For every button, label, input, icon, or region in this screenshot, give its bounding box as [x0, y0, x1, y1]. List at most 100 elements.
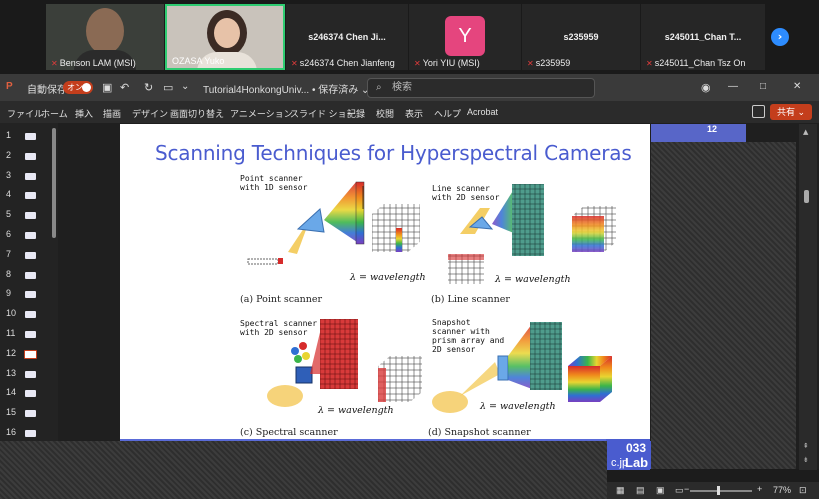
participant-display-name: s246374 Chen Ji...: [308, 32, 386, 42]
customize-toolbar-icon[interactable]: ⌄: [181, 81, 189, 92]
participant-tile-chen[interactable]: s246374 Chen Ji... ✕ s246374 Chen Jianfen…: [286, 4, 408, 70]
zoom-slider[interactable]: [690, 490, 752, 492]
slide-thumbnail[interactable]: 3: [0, 167, 58, 187]
slide-thumbnail[interactable]: 8: [0, 266, 58, 286]
slide-thumbnail-preview: [25, 251, 36, 259]
redo-icon[interactable]: ↻: [144, 81, 153, 94]
account-icon[interactable]: ◉: [701, 81, 711, 94]
participant-strip: ✕ Benson LAM (MSI) OZASA Yuko s246374 Che…: [0, 0, 819, 74]
tab-insert[interactable]: 挿入: [75, 107, 93, 120]
fit-to-window-icon[interactable]: ⊡: [799, 485, 807, 496]
autosave-label: 自動保存: [27, 85, 67, 96]
tab-transitions[interactable]: 画面切り替え: [170, 107, 224, 120]
slide-thumbnail[interactable]: 13: [0, 365, 58, 385]
slide-thumbnail[interactable]: 9: [0, 285, 58, 305]
autosave-toggle[interactable]: オン: [63, 81, 93, 94]
slide-thumbnail-preview: [25, 311, 36, 319]
vertical-scrollbar[interactable]: ▲ ⇞ ⇟: [799, 124, 817, 470]
file-name[interactable]: Tutorial4HonkongUniv... • 保存済み ⌄: [203, 81, 369, 96]
slide-thumbnail-number: 16: [6, 427, 17, 437]
save-icon[interactable]: ▣: [102, 81, 112, 94]
participant-name: Yori YIU (MSI): [422, 58, 480, 68]
tab-file[interactable]: ファイル: [7, 107, 43, 120]
tab-acrobat[interactable]: Acrobat: [467, 107, 498, 117]
slide-thumbnail[interactable]: 11: [0, 325, 58, 345]
cube-spectrum: [396, 228, 402, 252]
mic-muted-icon: ✕: [527, 59, 534, 68]
slide-thumbnail-number: 10: [6, 308, 17, 319]
chevron-right-icon[interactable]: ›: [771, 28, 789, 46]
slide-thumbnail-preview: [25, 291, 36, 299]
participant-tile-s235959[interactable]: s235959 ✕ s235959: [522, 4, 640, 70]
tab-record[interactable]: 記録: [347, 107, 365, 120]
slide-thumbnail[interactable]: 5: [0, 206, 58, 226]
caption-c: (c) Spectral scanner: [240, 427, 338, 438]
slide-thumbnail[interactable]: 4: [0, 186, 58, 206]
slide-number: 033: [626, 441, 647, 455]
cube-spectrum: [572, 216, 604, 252]
panel-c-label: Spectral scanner with 2D sensor: [240, 319, 318, 337]
comment-icon[interactable]: [752, 105, 765, 118]
zoom-level[interactable]: 77%: [773, 485, 791, 495]
slide-thumbnail[interactable]: 12: [0, 345, 58, 365]
minimize-icon[interactable]: —: [728, 81, 738, 92]
search-input[interactable]: ⌕ 検索: [367, 78, 595, 98]
search-placeholder: 検索: [392, 82, 412, 93]
video-overlay-bottom: [0, 441, 607, 499]
participant-name: Benson LAM (MSI): [59, 58, 136, 68]
zoom-slider-handle[interactable]: [717, 486, 720, 495]
slide-thumbnail[interactable]: 6: [0, 226, 58, 246]
maximize-icon[interactable]: □: [760, 81, 766, 92]
ribbon-tabs: ファイル ホーム 挿入 描画 デザイン 画面切り替え アニメーション スライド …: [0, 101, 819, 123]
thumbnail-scrollbar[interactable]: [52, 128, 56, 238]
present-icon[interactable]: ▭: [163, 81, 173, 94]
slide-thumbnail[interactable]: 14: [0, 384, 58, 404]
prev-slide-icon[interactable]: ⇞: [803, 442, 809, 450]
dispersed-spectrum: [324, 182, 360, 244]
tab-slideshow[interactable]: スライド ショー: [290, 107, 356, 120]
panel-a-label: Point scanner with 1D sensor: [240, 174, 308, 192]
tab-home[interactable]: ホーム: [41, 107, 68, 120]
tab-review[interactable]: 校閲: [376, 107, 394, 120]
slide-sorter-icon[interactable]: ▤: [636, 485, 645, 496]
scroll-up-icon[interactable]: ▲: [803, 128, 808, 136]
normal-view-icon[interactable]: ▦: [616, 485, 625, 496]
slideshow-icon[interactable]: ▭: [675, 485, 684, 496]
participant-display-name: s235959: [563, 32, 599, 42]
share-button[interactable]: 共有 ⌄: [770, 104, 812, 120]
tab-draw[interactable]: 描画: [103, 107, 121, 120]
slide-thumbnail[interactable]: 15: [0, 404, 58, 424]
slide-corner-block: 12: [651, 124, 746, 142]
tab-help[interactable]: ヘルプ: [434, 107, 461, 120]
slide-thumbnail[interactable]: 7: [0, 246, 58, 266]
participant-tile-yori[interactable]: Y ✕ Yori YIU (MSI): [409, 4, 521, 70]
tab-design[interactable]: デザイン: [132, 107, 168, 120]
slide-thumbnail[interactable]: 10: [0, 305, 58, 325]
lambda-label-a: λ = wavelength: [350, 272, 426, 283]
undo-icon[interactable]: ↶: [120, 81, 129, 94]
participant-face: [214, 18, 240, 48]
slide-thumbnail-number: 7: [6, 248, 12, 259]
data-cube: [372, 214, 408, 252]
participant-tile-chan[interactable]: s245011_Chan T... ✕ s245011_Chan Tsz On: [641, 4, 765, 70]
tab-animations[interactable]: アニメーション: [230, 107, 293, 120]
next-slide-icon[interactable]: ⇟: [803, 456, 809, 464]
tab-view[interactable]: 表示: [405, 107, 423, 120]
lambda-label-d: λ = wavelength: [480, 401, 556, 412]
mic-muted-icon: ✕: [51, 59, 58, 68]
slide-thumbnail-number: 12: [6, 347, 17, 358]
slide-thumbnail[interactable]: 1: [0, 127, 58, 147]
zoom-in-icon[interactable]: +: [757, 484, 762, 494]
slide-thumbnail-number: 9: [6, 288, 12, 299]
zoom-out-icon[interactable]: −: [684, 484, 689, 494]
slide-thumbnail-preview: [25, 331, 36, 338]
cube-slice: [378, 368, 386, 402]
reading-view-icon[interactable]: ▣: [656, 485, 665, 496]
filter-wheel-dot: [291, 347, 299, 355]
powerpoint-logo-icon: P: [6, 81, 13, 92]
slide-thumbnail[interactable]: 2: [0, 147, 58, 167]
scroll-thumb[interactable]: [804, 190, 809, 203]
participant-tile-benson[interactable]: ✕ Benson LAM (MSI): [46, 4, 164, 70]
close-icon[interactable]: ✕: [793, 81, 801, 92]
participant-tile-ozasa[interactable]: OZASA Yuko: [165, 4, 285, 70]
